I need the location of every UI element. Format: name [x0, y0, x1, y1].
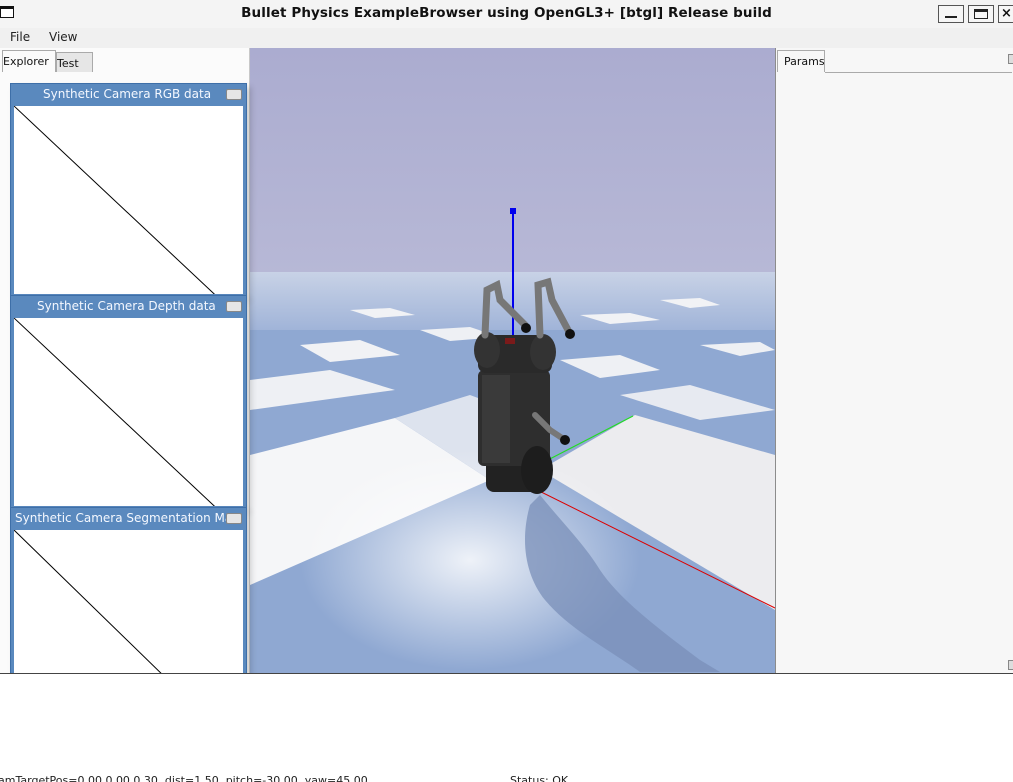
minimize-button[interactable] — [938, 5, 964, 23]
tab-explorer[interactable]: Explorer — [2, 50, 56, 72]
rgb-image-area — [14, 106, 243, 294]
z-axis-tip — [510, 208, 516, 214]
empty-image-placeholder — [14, 106, 215, 294]
rgb-camera-window[interactable]: Synthetic Camera RGB data — [10, 83, 247, 297]
window-close-icon[interactable] — [226, 513, 242, 524]
minimize-icon — [945, 16, 957, 18]
status-text: Status: OK — [510, 774, 569, 782]
window-title: Bullet Physics ExampleBrowser using Open… — [241, 5, 772, 21]
depth-camera-window[interactable]: Synthetic Camera Depth data — [10, 295, 247, 509]
menu-bar: File View — [0, 28, 1013, 48]
robot-torso-front — [482, 375, 510, 463]
robot-wheel — [521, 446, 553, 494]
window-close-icon[interactable] — [226, 89, 242, 100]
status-bar: camTargetPos=0.00,0.00,0.30, dist=1.50, … — [0, 774, 1013, 782]
empty-image-placeholder — [14, 318, 215, 506]
close-icon: × — [1001, 6, 1012, 21]
console-area — [0, 673, 1013, 782]
tab-underline — [825, 72, 1012, 73]
tab-params[interactable]: Params — [777, 50, 825, 72]
scroll-up-icon[interactable] — [1008, 54, 1013, 64]
maximize-button[interactable] — [968, 5, 994, 23]
robot-gripper-right — [565, 329, 575, 339]
robot-gripper-left — [521, 323, 531, 333]
robot-shoulder-right — [530, 334, 556, 370]
window-title[interactable]: Synthetic Camera RGB data — [11, 84, 225, 104]
tab-test[interactable]: Test — [56, 52, 93, 72]
window-close-icon[interactable] — [226, 301, 242, 312]
window-titlebar: Bullet Physics ExampleBrowser using Open… — [0, 0, 1013, 28]
menu-file[interactable]: File — [10, 30, 30, 44]
close-button[interactable]: × — [998, 5, 1013, 23]
window-title[interactable]: Synthetic Camera Segmentation Mask — [11, 508, 231, 528]
scroll-down-icon[interactable] — [1008, 660, 1013, 670]
camera-status-text: camTargetPos=0.00,0.00,0.30, dist=1.50, … — [0, 774, 368, 782]
window-title[interactable]: Synthetic Camera Depth data — [11, 296, 225, 316]
maximize-icon — [974, 9, 988, 19]
right-panel: Params — [775, 48, 1013, 673]
menu-view[interactable]: View — [49, 30, 77, 44]
robot-lower-gripper — [560, 435, 570, 445]
robot-red-marker — [505, 338, 515, 344]
depth-image-area — [14, 318, 243, 506]
